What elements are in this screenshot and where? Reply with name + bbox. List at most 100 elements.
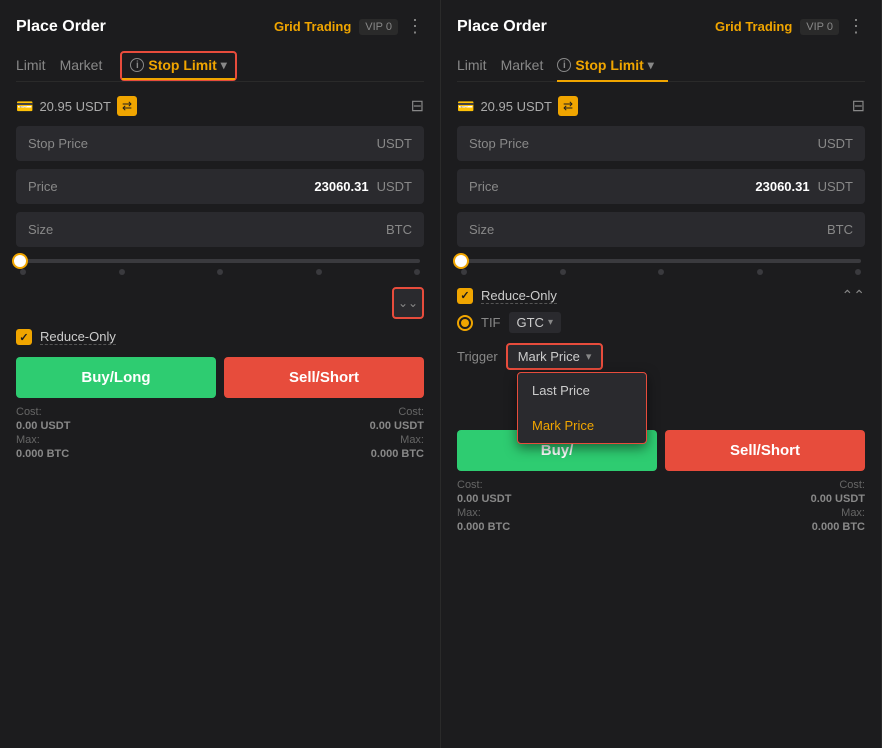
tab-limit[interactable]: Limit [16, 51, 60, 81]
slider-dots [20, 269, 420, 275]
gtc-label: GTC [517, 315, 544, 330]
right-panel: Place Order Grid Trading VIP 0 ⋮ Limit M… [441, 0, 882, 748]
right-size-field[interactable]: Size BTC [457, 212, 865, 247]
cost-sell-label: Cost: [370, 406, 424, 418]
right-slider-dot-1 [560, 269, 566, 275]
balance-row: 💳 20.95 USDT ⇄ ⊟ [16, 96, 424, 116]
right-cost-sell-label: Cost: [811, 479, 865, 491]
expand-button[interactable]: ⌄⌄ [392, 287, 424, 319]
right-tab-limit[interactable]: Limit [457, 51, 501, 81]
right-sell-short-button[interactable]: Sell/Short [665, 430, 865, 471]
more-icon[interactable]: ⋮ [406, 16, 424, 37]
slider-dot-3 [316, 269, 322, 275]
panel-title: Place Order [16, 18, 106, 36]
buy-long-button[interactable]: Buy/Long [16, 357, 216, 398]
right-grid-trading-label[interactable]: Grid Trading [715, 19, 792, 34]
tif-row: TIF GTC ▾ [457, 312, 865, 333]
balance-value: 20.95 USDT [39, 99, 111, 114]
collapse-button[interactable]: ⌃⌃ [842, 287, 865, 304]
stop-price-right: USDT [369, 136, 412, 151]
tif-radio[interactable] [457, 315, 473, 331]
trigger-value: Mark Price [518, 349, 580, 364]
size-currency: BTC [386, 222, 412, 237]
stop-price-field[interactable]: Stop Price USDT [16, 126, 424, 161]
right-stop-price-label: Stop Price [469, 136, 529, 151]
trigger-select[interactable]: Mark Price ▾ [506, 343, 604, 370]
right-reduce-only-checkbox[interactable]: ✓ [457, 288, 473, 304]
tab-stop-limit[interactable]: i Stop Limit ▾ [120, 51, 236, 81]
price-field[interactable]: Price 23060.31 USDT [16, 169, 424, 204]
right-max-sell-value: 0.000 BTC [811, 521, 865, 533]
right-price-field[interactable]: Price 23060.31 USDT [457, 169, 865, 204]
right-order-tabs: Limit Market i Stop Limit ▾ [457, 51, 865, 82]
right-tab-stop-limit[interactable]: i Stop Limit ▾ [557, 51, 667, 81]
dropdown-item-mark-price[interactable]: Mark Price [518, 408, 646, 443]
right-transfer-icon[interactable]: ⇄ [558, 96, 578, 116]
check-icon: ✓ [19, 331, 28, 344]
right-reduce-only-label: Reduce-Only [481, 288, 557, 304]
dropdown-item-last-price[interactable]: Last Price [518, 373, 646, 408]
mark-price-label: Mark Price [532, 418, 594, 433]
slider-dot-0 [20, 269, 26, 275]
right-check-icon: ✓ [460, 289, 469, 302]
size-label: Size [28, 222, 53, 237]
trigger-container: Trigger Mark Price ▾ Last Price Mark Pri… [457, 343, 865, 370]
slider-track[interactable] [20, 259, 420, 263]
trigger-row: Trigger Mark Price ▾ [457, 343, 865, 370]
size-field[interactable]: Size BTC [16, 212, 424, 247]
right-slider-dot-2 [658, 269, 664, 275]
right-cost-sell-item: Cost: 0.00 USDT Max: 0.000 BTC [811, 479, 865, 533]
cost-buy-item: Cost: 0.00 USDT Max: 0.000 BTC [16, 406, 70, 460]
right-card-icon: 💳 [457, 98, 474, 115]
right-price-label: Price [469, 179, 499, 194]
slider-thumb[interactable] [12, 253, 28, 269]
right-slider-dot-3 [757, 269, 763, 275]
max-buy-value: 0.000 BTC [16, 448, 70, 460]
right-size-label: Size [469, 222, 494, 237]
grid-trading-label[interactable]: Grid Trading [274, 19, 351, 34]
transfer-icon[interactable]: ⇄ [117, 96, 137, 116]
trigger-chevron-icon: ▾ [586, 350, 592, 363]
right-cost-row: Cost: 0.00 USDT Max: 0.000 BTC Cost: 0.0… [457, 479, 865, 533]
chevron-down-icon: ▾ [221, 58, 227, 72]
right-tab-market[interactable]: Market [501, 51, 558, 81]
last-price-label: Last Price [532, 383, 590, 398]
right-cost-sell-value: 0.00 USDT [811, 493, 865, 505]
left-panel: Place Order Grid Trading VIP 0 ⋮ Limit M… [0, 0, 441, 748]
right-tab-stop-limit-label: Stop Limit [575, 57, 643, 73]
tab-market[interactable]: Market [60, 51, 117, 81]
order-tabs: Limit Market i Stop Limit ▾ [16, 51, 424, 82]
right-balance-left: 💳 20.95 USDT ⇄ [457, 96, 578, 116]
stop-price-label: Stop Price [28, 136, 88, 151]
chevron-down-double-icon: ⌄⌄ [398, 296, 418, 310]
slider-dot-2 [217, 269, 223, 275]
right-panel-header: Place Order Grid Trading VIP 0 ⋮ [457, 16, 865, 37]
gtc-select[interactable]: GTC ▾ [509, 312, 561, 333]
reduce-only-checkbox[interactable]: ✓ [16, 329, 32, 345]
max-sell-value: 0.000 BTC [370, 448, 424, 460]
right-more-icon[interactable]: ⋮ [847, 16, 865, 37]
right-slider-track[interactable] [461, 259, 861, 263]
balance-left: 💳 20.95 USDT ⇄ [16, 96, 137, 116]
tab-stop-limit-label: Stop Limit [148, 57, 216, 73]
max-buy-label: Max: [16, 434, 70, 446]
right-slider-thumb[interactable] [453, 253, 469, 269]
right-header-right: Grid Trading VIP 0 ⋮ [715, 16, 865, 37]
right-size-currency: BTC [827, 222, 853, 237]
right-max-sell-label: Max: [811, 507, 865, 519]
stop-price-currency: USDT [377, 136, 412, 151]
right-chevron-down-icon: ▾ [648, 58, 654, 72]
right-stop-price-field[interactable]: Stop Price USDT [457, 126, 865, 161]
right-slider-dot-4 [855, 269, 861, 275]
sell-short-button[interactable]: Sell/Short [224, 357, 424, 398]
price-value: 23060.31 [314, 179, 368, 194]
trigger-dropdown: Last Price Mark Price [517, 372, 647, 444]
right-calculator-icon[interactable]: ⊟ [852, 96, 865, 116]
right-slider-dot-0 [461, 269, 467, 275]
radio-inner [461, 319, 469, 327]
right-cost-buy-label: Cost: [457, 479, 511, 491]
right-reduce-only-row: ✓ Reduce-Only [457, 288, 557, 304]
calculator-icon[interactable]: ⊟ [411, 96, 424, 116]
cost-row: Cost: 0.00 USDT Max: 0.000 BTC Cost: 0.0… [16, 406, 424, 460]
header-right: Grid Trading VIP 0 ⋮ [274, 16, 424, 37]
